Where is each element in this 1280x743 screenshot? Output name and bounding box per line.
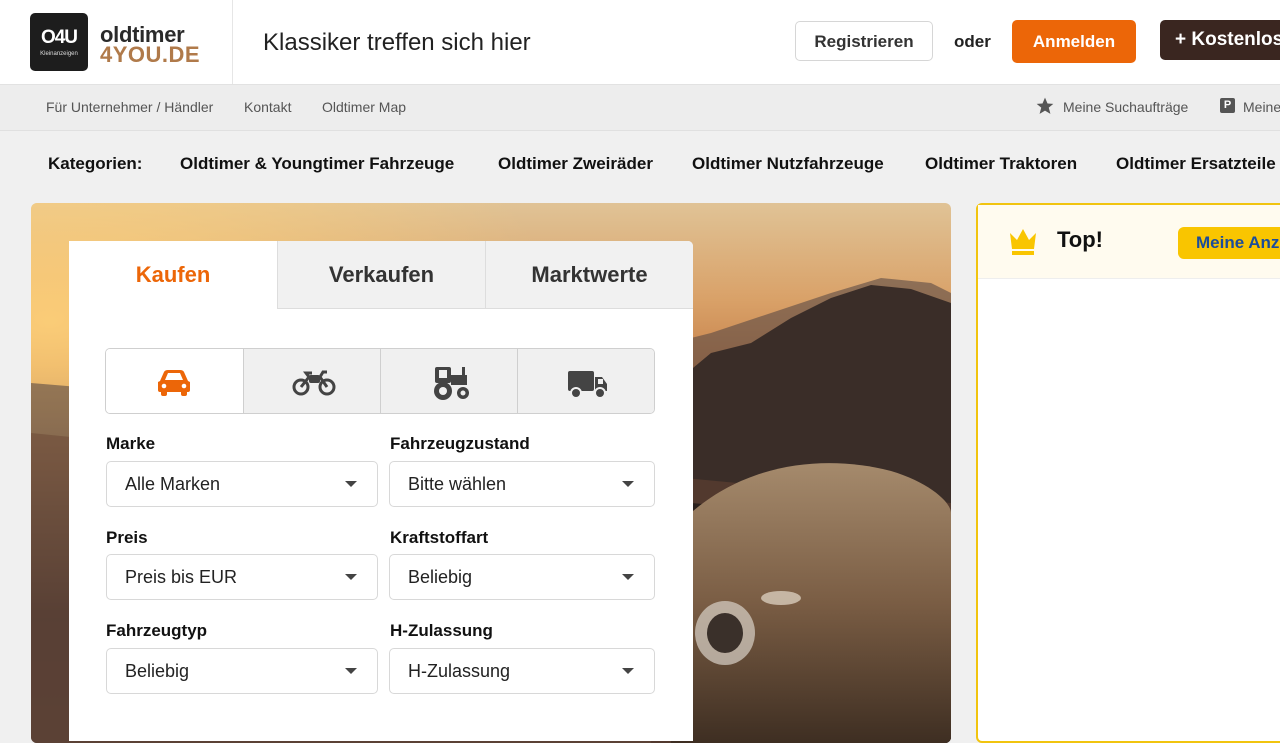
logo-mark: O4U (40, 27, 78, 48)
logo-subtitle: Kleinanzeigen (40, 51, 78, 57)
top-ads-header: Top! Meine Anz (978, 205, 1280, 279)
chevron-down-icon (345, 574, 357, 580)
chevron-down-icon (622, 574, 634, 580)
my-ads-button[interactable]: Meine Anz (1178, 227, 1280, 259)
select-condition-value: Bitte wählen (408, 474, 507, 494)
label-price: Preis (106, 528, 148, 547)
motorcycle-icon (292, 370, 336, 396)
or-label: oder (954, 32, 991, 51)
select-h-registration-value: H-Zulassung (408, 661, 511, 681)
nav-link-business[interactable]: Für Unternehmer / Händler (46, 99, 213, 115)
vehicle-type-tractor[interactable] (380, 349, 517, 413)
logo[interactable]: O4U Kleinanzeigen (30, 13, 88, 71)
header-divider (232, 0, 233, 84)
vehicle-type-selector (105, 348, 655, 414)
tab-buy[interactable]: Kaufen (69, 241, 277, 309)
parking-icon[interactable]: P (1220, 98, 1235, 113)
top-ads-panel: Top! Meine Anz (976, 203, 1280, 743)
truck-icon (568, 371, 607, 399)
tractor-icon (434, 367, 469, 400)
chevron-down-icon (622, 481, 634, 487)
select-vehicle-type[interactable]: Beliebig (106, 648, 378, 694)
chevron-down-icon (622, 668, 634, 674)
category-cars[interactable]: Oldtimer & Youngtimer Fahrzeuge (180, 154, 454, 174)
select-condition[interactable]: Bitte wählen (389, 461, 655, 507)
vehicle-type-truck[interactable] (517, 349, 654, 413)
search-panel: Kaufen Verkaufen Marktwerte Marke Alle M… (69, 241, 693, 741)
label-vehicle-type: Fahrzeugtyp (106, 621, 208, 640)
select-brand-value: Alle Marken (125, 474, 221, 494)
secondary-nav: Für Unternehmer / Händler Kontakt Oldtim… (0, 85, 1280, 131)
label-fuel: Kraftstoffart (390, 528, 489, 547)
categories-label: Kategorien: (48, 154, 143, 173)
my-ads-link[interactable]: Meine (1243, 99, 1280, 115)
register-button[interactable]: Registrieren (795, 21, 933, 61)
tab-sell[interactable]: Verkaufen (277, 241, 485, 309)
logo-text-line2[interactable]: 4YOU.DE (100, 42, 200, 68)
select-fuel[interactable]: Beliebig (389, 554, 655, 600)
tagline: Klassiker treffen sich hier (263, 29, 531, 56)
free-ad-button[interactable]: + Kostenlos (1160, 20, 1280, 60)
category-bar: Kategorien: Oldtimer & Youngtimer Fahrze… (0, 131, 1280, 201)
crown-icon (1010, 229, 1036, 255)
category-two-wheelers[interactable]: Oldtimer Zweiräder (498, 154, 653, 174)
category-tractors[interactable]: Oldtimer Traktoren (925, 154, 1077, 174)
vehicle-type-car[interactable] (106, 349, 243, 413)
label-h-registration: H-Zulassung (390, 621, 493, 640)
chevron-down-icon (345, 668, 357, 674)
select-fuel-value: Beliebig (408, 567, 473, 587)
saved-searches-link[interactable]: Meine Suchaufträge (1063, 99, 1188, 115)
nav-link-map[interactable]: Oldtimer Map (322, 99, 406, 115)
chevron-down-icon (345, 481, 357, 487)
label-brand: Marke (106, 434, 156, 453)
select-vehicle-type-value: Beliebig (125, 661, 190, 681)
select-h-registration[interactable]: H-Zulassung (389, 648, 655, 694)
star-icon[interactable] (1035, 96, 1055, 116)
car-icon (158, 370, 190, 396)
vehicle-type-motorcycle[interactable] (243, 349, 380, 413)
label-condition: Fahrzeugzustand (390, 434, 530, 453)
top-ads-title: Top! (1057, 227, 1104, 252)
select-price[interactable]: Preis bis EUR (106, 554, 378, 600)
site-header: O4U Kleinanzeigen oldtimer 4YOU.DE Klass… (0, 0, 1280, 85)
select-price-value: Preis bis EUR (125, 567, 238, 587)
nav-link-contact[interactable]: Kontakt (244, 99, 291, 115)
login-button[interactable]: Anmelden (1012, 20, 1136, 63)
category-parts[interactable]: Oldtimer Ersatzteile (1116, 154, 1276, 174)
select-brand[interactable]: Alle Marken (106, 461, 378, 507)
category-commercial[interactable]: Oldtimer Nutzfahrzeuge (692, 154, 884, 174)
tab-market-values[interactable]: Marktwerte (485, 241, 693, 309)
